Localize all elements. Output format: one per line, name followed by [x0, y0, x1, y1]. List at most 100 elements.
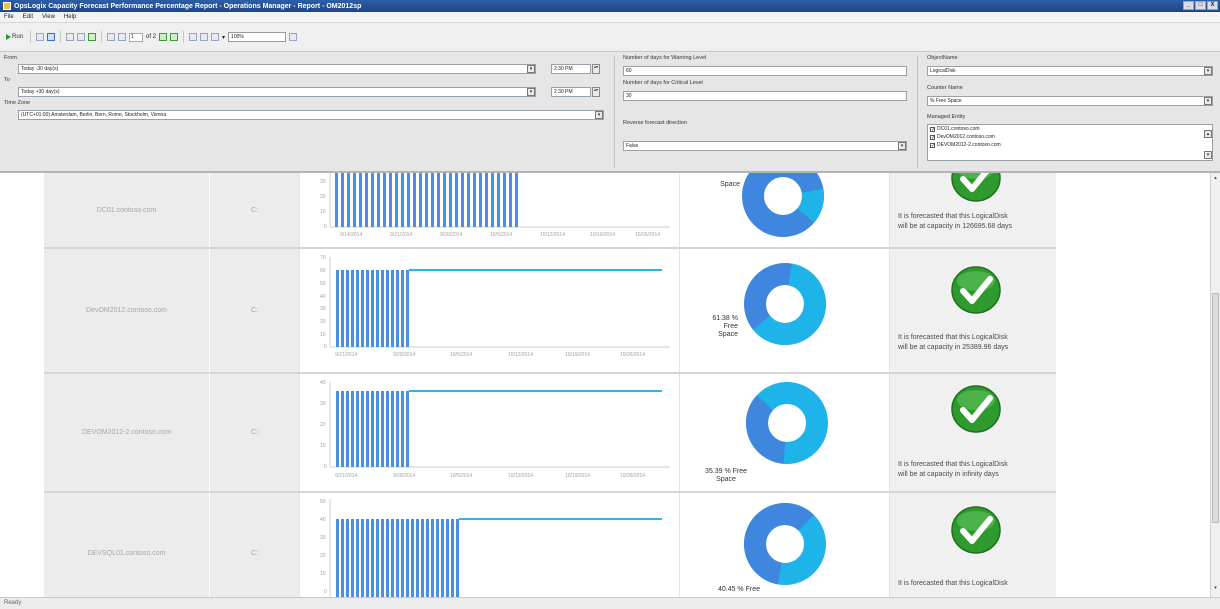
free-space-cell: 35.39 % Free Space [679, 374, 889, 491]
y-tick-label: 20 [320, 422, 326, 428]
vertical-scrollbar[interactable]: ▴ ▾ [1210, 173, 1220, 597]
x-tick-label: 9/14/2014 [340, 232, 362, 238]
page-number-input[interactable]: 1 [129, 32, 144, 42]
free-space-cell: 40.45 % Free [679, 493, 889, 597]
bar [441, 519, 444, 597]
back-icon[interactable] [66, 33, 75, 41]
checkbox-checked-icon[interactable]: ✓ [930, 134, 935, 140]
chevron-down-icon[interactable]: ▾ [1204, 97, 1212, 105]
bar [336, 270, 339, 347]
checkbox-checked-icon[interactable]: ✓ [930, 142, 935, 148]
bar [391, 391, 394, 467]
x-tick-label: 10/5/2014 [450, 352, 472, 358]
menu-file[interactable]: File [4, 14, 14, 20]
managed-entity-list[interactable]: ✓ DC01.contoso.com ✓ DevOM2012.contoso.c… [927, 124, 1213, 161]
bar [361, 270, 364, 347]
forecast-line: It is forecasted that this LogicalDisk [898, 213, 1008, 220]
list-scroll-up-icon[interactable]: ▴ [1204, 130, 1212, 138]
window-title: OpsLogix Capacity Forecast Performance P… [14, 2, 362, 10]
close-button[interactable]: X [1207, 1, 1218, 10]
x-tick-label: 10/12/2014 [508, 352, 533, 358]
bar [346, 519, 349, 597]
to-date-input[interactable]: Today +30 day(s) [18, 87, 536, 97]
bar [335, 173, 338, 227]
first-page-icon[interactable] [107, 33, 116, 41]
counter-name-select[interactable]: % Free Space [927, 96, 1213, 106]
bar [509, 173, 512, 227]
bar [411, 519, 414, 597]
from-time-input[interactable]: 2:30 PM [551, 64, 591, 74]
export-dropdown-icon[interactable]: ▾ [222, 34, 225, 41]
zoom-select[interactable]: 100% [228, 32, 287, 42]
forecast-line: will be at capacity in infinity days [898, 471, 999, 478]
next-page-icon[interactable] [159, 33, 168, 41]
counter-name-label: Counter Name [927, 85, 963, 91]
x-tick-label: 10/19/2014 [590, 232, 615, 238]
forecast-text: It is forecasted that this LogicalDisk w… [898, 212, 1058, 232]
list-item[interactable]: ✓ DEVOM2012-2.contoso.com [928, 141, 1212, 149]
maximize-button[interactable]: □ [1195, 1, 1206, 10]
menu-view[interactable]: View [42, 14, 55, 20]
parameters-toggle-icon[interactable] [47, 33, 56, 41]
x-tick-label: 10/5/2014 [450, 473, 472, 479]
bar [426, 519, 429, 597]
scrollbar-thumb[interactable] [1212, 293, 1219, 523]
export-icon[interactable] [211, 33, 220, 41]
bar [381, 270, 384, 347]
bar-series [335, 173, 518, 227]
print-icon[interactable] [200, 33, 209, 41]
chevron-down-icon[interactable]: ▾ [898, 142, 906, 150]
stop-icon[interactable] [77, 33, 86, 41]
zoom-dropdown-icon[interactable] [289, 33, 298, 41]
reverse-forecast-select[interactable]: False [623, 141, 907, 151]
timezone-select[interactable]: (UTC+01:00) Amsterdam, Berlin, Bern, Rom… [18, 110, 604, 120]
to-time-spinner[interactable]: ▴▾ [592, 87, 600, 97]
toolbar-separator [60, 31, 62, 43]
bar [346, 270, 349, 347]
menu-help[interactable]: Help [64, 14, 76, 20]
status-cell: It is forecasted that this LogicalDisk w… [889, 249, 1056, 372]
bar [451, 519, 454, 597]
capacity-chart: 30 20 10 0 9/14/2014 9/21/2014 9/28/2014… [299, 173, 679, 247]
y-tick-label: 10 [320, 332, 326, 338]
minimize-button[interactable]: _ [1183, 1, 1194, 10]
bar-series [336, 519, 459, 597]
checkbox-checked-icon[interactable]: ✓ [930, 126, 935, 132]
window-controls: _ □ X [1183, 1, 1218, 10]
play-icon [6, 34, 11, 40]
object-name-select[interactable]: LogicalDisk [927, 66, 1213, 76]
list-item[interactable]: ✓ DC01.contoso.com [928, 125, 1212, 133]
entity-label: DevOM2012.contoso.com [937, 134, 995, 140]
menu-edit[interactable]: Edit [23, 14, 33, 20]
chevron-down-icon[interactable]: ▾ [527, 65, 535, 73]
green-check-icon [951, 266, 1001, 314]
refresh-icon[interactable] [88, 33, 97, 41]
forecast-line: It is forecasted that this LogicalDisk [898, 334, 1008, 341]
y-tick-label: 50 [320, 499, 326, 505]
last-page-icon[interactable] [170, 33, 179, 41]
warning-days-input[interactable]: 60 [623, 66, 907, 76]
chevron-down-icon[interactable]: ▾ [595, 111, 603, 119]
y-tick-label: 0 [324, 224, 327, 230]
previous-page-icon[interactable] [118, 33, 127, 41]
document-map-icon[interactable] [36, 33, 45, 41]
to-time-input[interactable]: 2:30 PM [551, 87, 591, 97]
bar [351, 519, 354, 597]
drive-name: C: [209, 493, 299, 597]
list-scroll-down-icon[interactable]: ▾ [1204, 151, 1212, 159]
list-item[interactable]: ✓ DevOM2012.contoso.com [928, 133, 1212, 141]
run-button[interactable]: Run [4, 33, 25, 41]
scroll-up-icon[interactable]: ▴ [1212, 175, 1219, 183]
chevron-down-icon[interactable]: ▾ [527, 88, 535, 96]
capacity-chart: 50 40 30 20 10 0 [299, 493, 679, 597]
chevron-down-icon[interactable]: ▾ [1204, 67, 1212, 75]
bar [347, 173, 350, 227]
critical-days-input[interactable]: 30 [623, 91, 907, 101]
bar [407, 173, 410, 227]
forecast-line: will be at capacity in 25389.96 days [898, 344, 1009, 351]
forecast-line: It is forecasted that this LogicalDisk [898, 461, 1008, 468]
from-time-spinner[interactable]: ▴▾ [592, 64, 600, 74]
print-layout-icon[interactable] [189, 33, 198, 41]
scroll-down-icon[interactable]: ▾ [1212, 585, 1219, 593]
from-date-input[interactable]: Today -30 day(s) [18, 64, 536, 74]
